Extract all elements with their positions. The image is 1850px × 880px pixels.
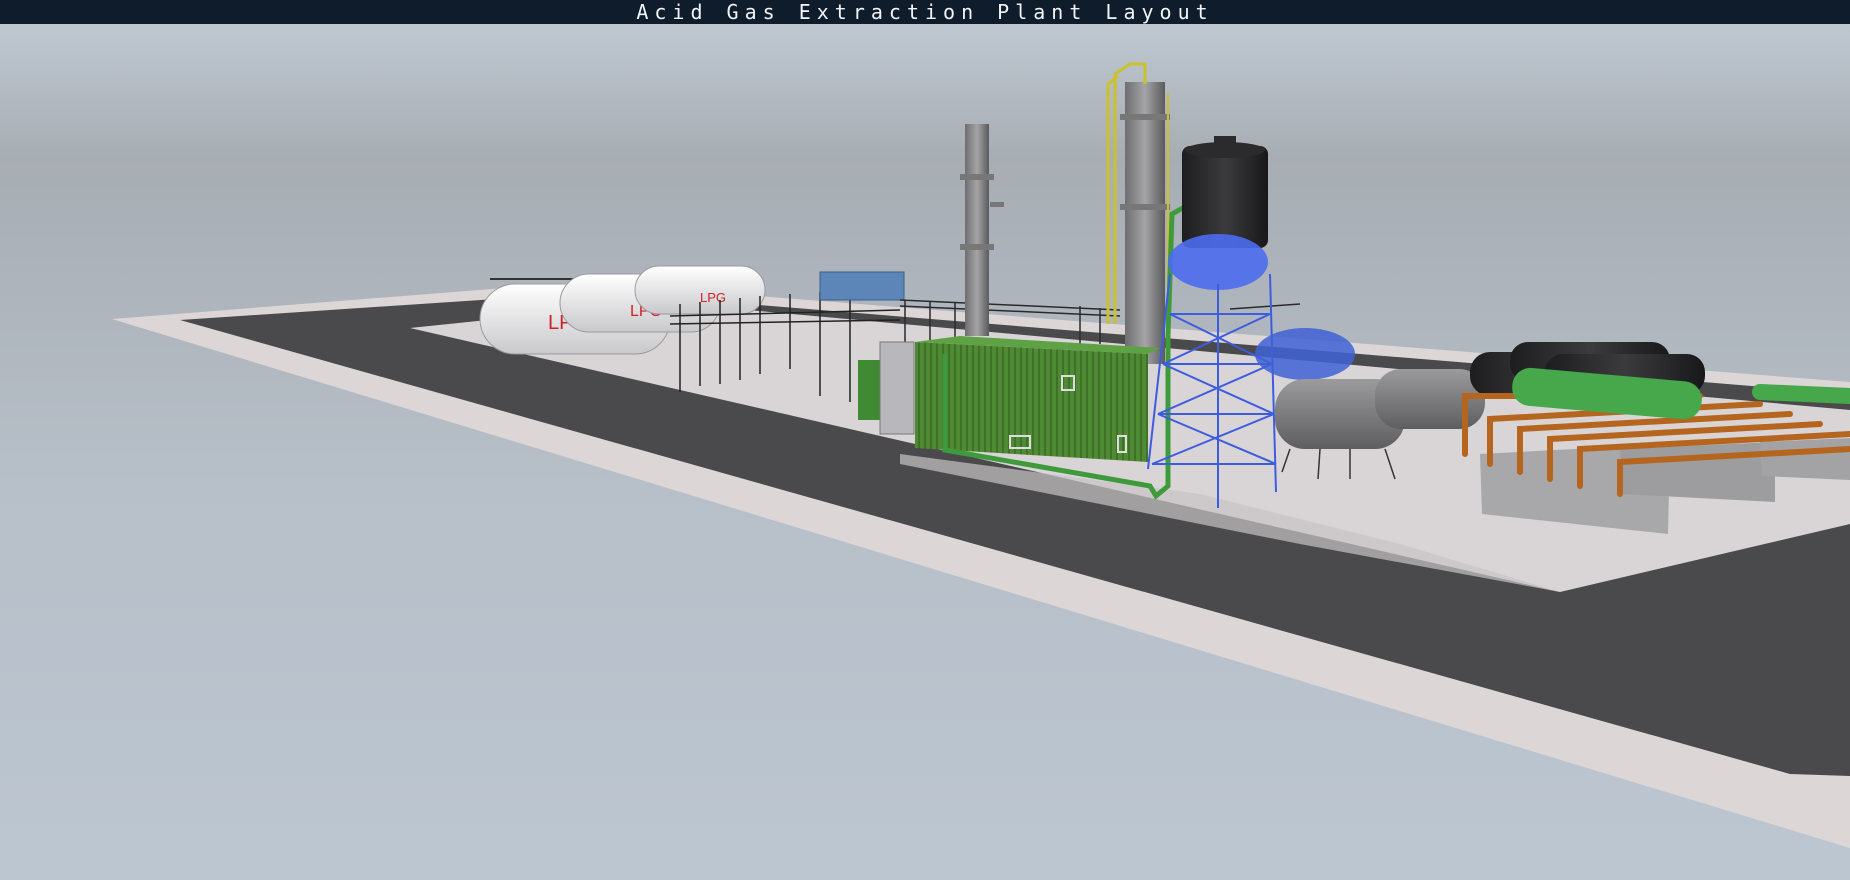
plant-scene[interactable]: LPG LPG LPG xyxy=(0,24,1850,880)
absorber-column xyxy=(1106,62,1170,364)
3d-viewport[interactable]: LPG LPG LPG xyxy=(0,24,1850,880)
lpg-label-3: LPG xyxy=(700,290,726,305)
blue-vessel xyxy=(1255,328,1355,380)
green-container-unit xyxy=(915,336,1160,462)
grey-side-module xyxy=(879,341,915,435)
window-title: Acid Gas Extraction Plant Layout xyxy=(636,0,1214,24)
control-room xyxy=(819,271,905,301)
title-bar: Acid Gas Extraction Plant Layout xyxy=(0,0,1850,24)
